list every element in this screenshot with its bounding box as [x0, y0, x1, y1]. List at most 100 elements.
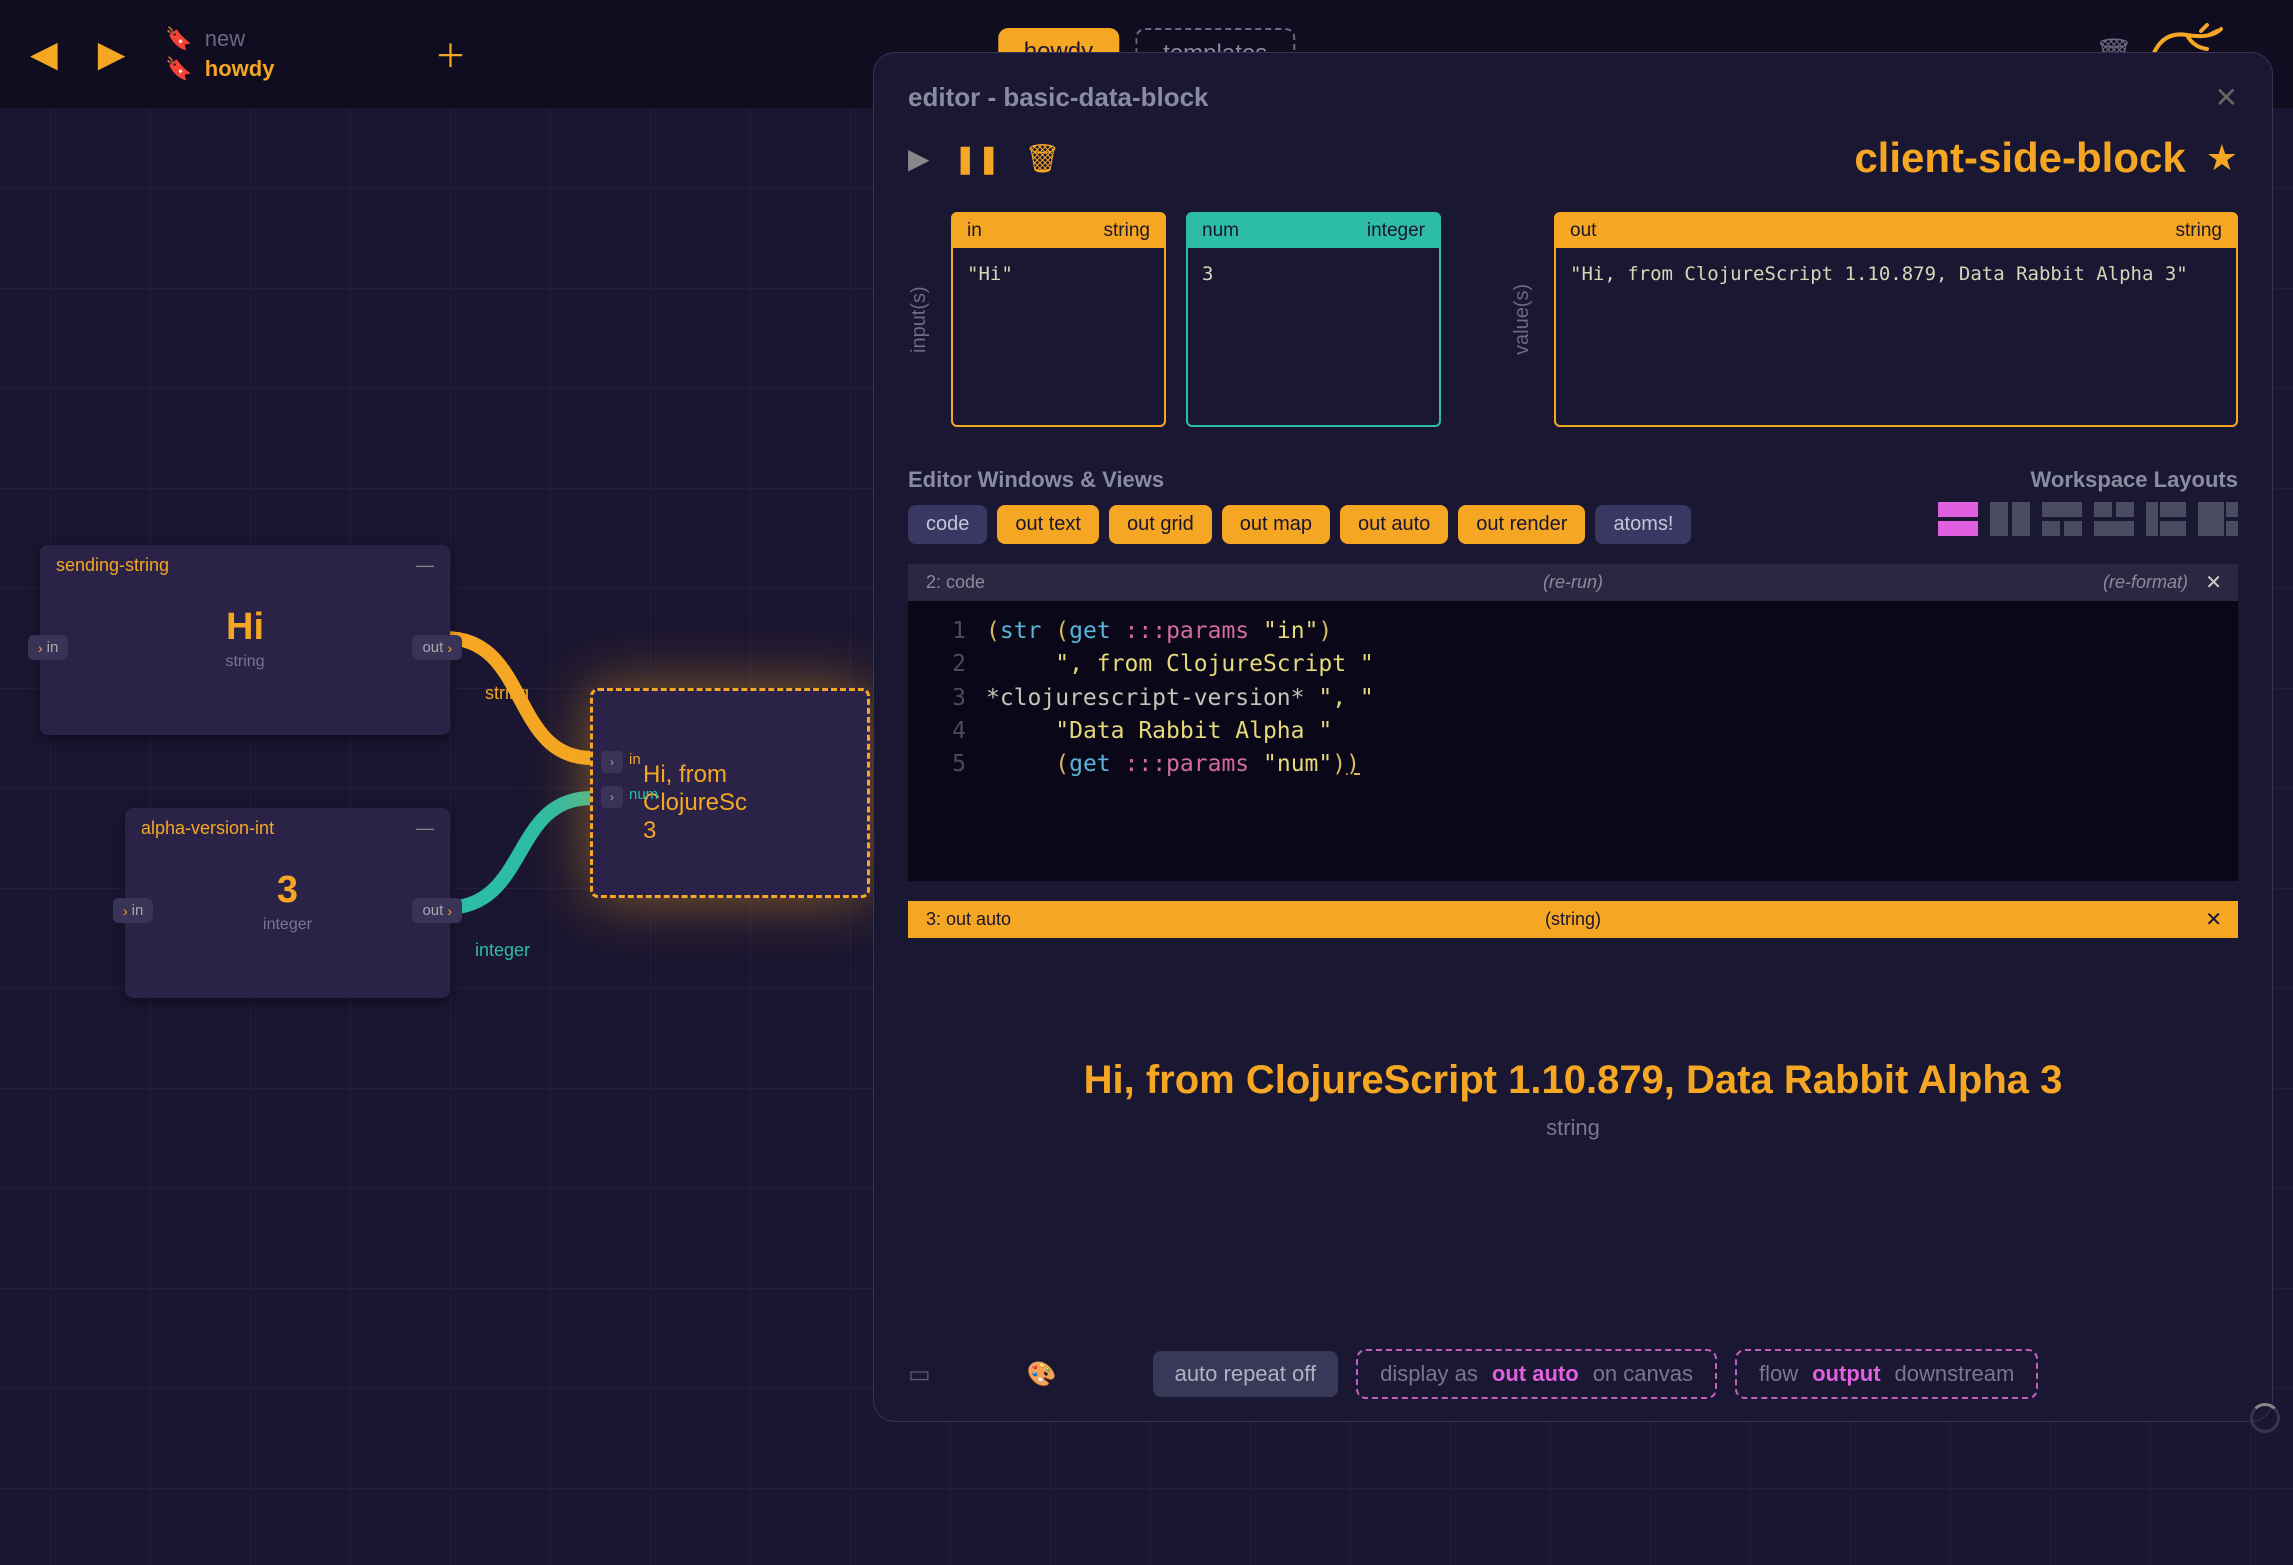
- node-output-preview: 3: [643, 817, 817, 845]
- input-box-in[interactable]: in string "Hi": [951, 212, 1166, 427]
- auto-repeat-toggle[interactable]: auto repeat off: [1153, 1351, 1339, 1397]
- view-btn-out-map[interactable]: out map: [1222, 505, 1330, 544]
- chevron-right-icon: ›: [123, 903, 128, 919]
- close-icon[interactable]: ✕: [2205, 570, 2222, 595]
- output-type: string: [948, 1115, 2198, 1141]
- node-type: string: [60, 653, 430, 671]
- line-number: 2: [926, 648, 966, 681]
- window-icon[interactable]: ▭: [908, 1360, 931, 1389]
- tab-label: howdy: [205, 56, 275, 82]
- editor-panel: editor - basic-data-block ✕ ▶ ❚❚ 🗑 clien…: [873, 52, 2273, 1422]
- layout-icon-3[interactable]: [2042, 502, 2082, 536]
- line-number: 3: [926, 682, 966, 715]
- node-alpha-version-int[interactable]: alpha-version-int — › in 3 integer out ›: [125, 808, 450, 998]
- nav-forward-icon[interactable]: ▶: [98, 33, 126, 75]
- reformat-button[interactable]: (re-format): [2103, 572, 2188, 593]
- input-box-num[interactable]: num integer 3: [1186, 212, 1441, 427]
- node-type: integer: [145, 916, 430, 934]
- tabs-list: 🔖 new 🔖 howdy: [165, 26, 274, 82]
- port-out[interactable]: out ›: [412, 635, 462, 660]
- minimize-icon[interactable]: —: [416, 818, 434, 839]
- layout-icon-6[interactable]: [2198, 502, 2238, 536]
- layout-icon-1[interactable]: [1938, 502, 1978, 536]
- port-label: in: [47, 639, 59, 656]
- view-btn-out-text[interactable]: out text: [997, 505, 1099, 544]
- code-pane: 2: code (re-run) (re-format) ✕ 1(str (ge…: [908, 564, 2238, 881]
- block-name: client-side-block: [1854, 134, 2185, 182]
- view-btn-code[interactable]: code: [908, 505, 987, 544]
- node-output-preview: Hi, from ClojureSc: [643, 761, 817, 817]
- value: out auto: [1492, 1361, 1579, 1387]
- minimize-icon[interactable]: —: [416, 555, 434, 576]
- add-tab-button[interactable]: ＋: [434, 31, 466, 77]
- tab-new[interactable]: 🔖 new: [165, 26, 274, 52]
- palette-icon[interactable]: 🎨: [1027, 1360, 1057, 1389]
- layout-icon-5[interactable]: [2146, 502, 2186, 536]
- chevron-right-icon: ›: [610, 755, 614, 769]
- out-pane-header: 3: out auto (string) ✕: [908, 901, 2238, 938]
- port-label: out: [422, 902, 443, 919]
- values-label: value(s): [1511, 212, 1534, 427]
- io-name: out: [1570, 220, 1596, 242]
- layout-icon-4[interactable]: [2094, 502, 2134, 536]
- inputs-label: input(s): [908, 212, 931, 427]
- value: output: [1812, 1361, 1880, 1387]
- io-name: in: [967, 220, 982, 242]
- bookmark-icon: 🔖: [165, 26, 192, 52]
- view-btn-out-auto[interactable]: out auto: [1340, 505, 1448, 544]
- pause-icon[interactable]: ❚❚: [954, 142, 1001, 175]
- code-pane-header: 2: code (re-run) (re-format) ✕: [908, 564, 2238, 601]
- node-sending-string[interactable]: sending-string — › in Hi string out ›: [40, 545, 450, 735]
- label: flow: [1759, 1361, 1798, 1387]
- nav-back-icon[interactable]: ◀: [30, 33, 58, 75]
- out-pane-body: Hi, from ClojureScript 1.10.879, Data Ra…: [908, 938, 2238, 1261]
- star-icon[interactable]: ★: [2206, 137, 2238, 179]
- layout-icon-2[interactable]: [1990, 502, 2030, 536]
- chevron-right-icon: ›: [38, 640, 43, 656]
- pane-title: 2: code: [926, 572, 985, 593]
- node-basic-data-block[interactable]: › in › num Hi, from ClojureSc 3: [590, 688, 870, 898]
- flow-type-label: string: [485, 683, 529, 704]
- pane-type: (string): [1545, 909, 1601, 930]
- port-label: out: [422, 639, 443, 656]
- io-type: string: [2176, 220, 2222, 242]
- node-title: alpha-version-int: [141, 818, 274, 839]
- pane-title: 3: out auto: [926, 909, 1011, 930]
- chevron-right-icon: ›: [447, 640, 452, 656]
- tab-howdy[interactable]: 🔖 howdy: [165, 56, 274, 82]
- port-in[interactable]: › in: [28, 635, 68, 660]
- spinner-icon: [2250, 1403, 2280, 1433]
- port-in[interactable]: ›: [601, 751, 623, 773]
- io-name: num: [1202, 220, 1239, 242]
- port-num[interactable]: ›: [601, 786, 623, 808]
- rerun-button[interactable]: (re-run): [1543, 572, 1603, 593]
- view-btn-out-grid[interactable]: out grid: [1109, 505, 1212, 544]
- code-editor[interactable]: 1(str (get :::params "in") 2 ", from Clo…: [908, 601, 2238, 881]
- port-label: num: [629, 786, 658, 803]
- display-as-selector[interactable]: display as out auto on canvas: [1356, 1349, 1717, 1399]
- editor-footer: ▭ 🎨 auto repeat off display as out auto …: [908, 1349, 2238, 1399]
- play-icon[interactable]: ▶: [908, 142, 930, 175]
- io-type: string: [1104, 220, 1150, 242]
- port-in[interactable]: › in: [113, 898, 153, 923]
- flow-type-label: integer: [475, 940, 530, 961]
- close-icon[interactable]: ✕: [2215, 81, 2238, 114]
- port-label: in: [629, 751, 641, 768]
- layouts-label: Workspace Layouts: [2031, 467, 2238, 493]
- views-label: Editor Windows & Views: [908, 467, 1164, 493]
- output-box[interactable]: out string "Hi, from ClojureScript 1.10.…: [1554, 212, 2238, 427]
- trash-icon[interactable]: 🗑: [1024, 142, 1060, 175]
- suffix: on canvas: [1593, 1361, 1693, 1387]
- node-value: 3: [145, 869, 430, 912]
- output-text: Hi, from ClojureScript 1.10.879, Data Ra…: [948, 1058, 2198, 1103]
- close-icon[interactable]: ✕: [2205, 907, 2222, 932]
- view-btn-atoms[interactable]: atoms!: [1595, 505, 1691, 544]
- editor-title: editor - basic-data-block: [908, 82, 1209, 113]
- view-btn-out-render[interactable]: out render: [1458, 505, 1585, 544]
- io-value: "Hi": [953, 248, 1164, 301]
- port-out[interactable]: out ›: [412, 898, 462, 923]
- suffix: downstream: [1895, 1361, 2015, 1387]
- io-value: "Hi, from ClojureScript 1.10.879, Data R…: [1556, 248, 2236, 301]
- bookmark-icon: 🔖: [165, 56, 192, 82]
- flow-selector[interactable]: flow output downstream: [1735, 1349, 2038, 1399]
